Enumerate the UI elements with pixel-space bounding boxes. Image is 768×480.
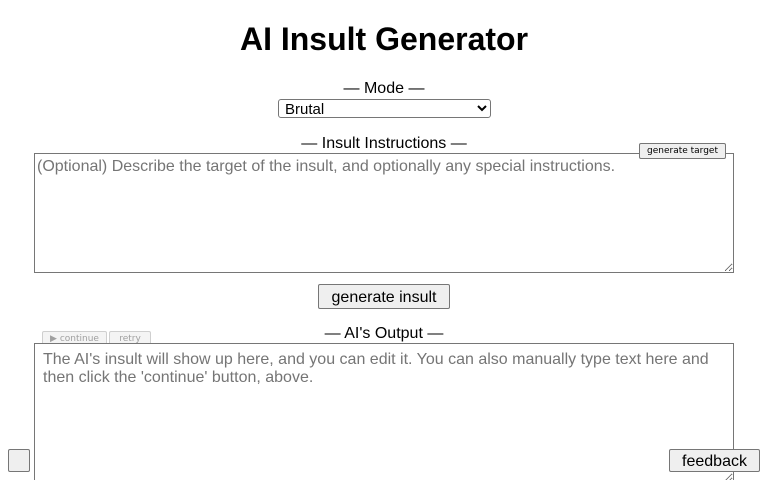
- play-icon: ▶: [50, 333, 57, 344]
- menu-button[interactable]: [8, 449, 30, 472]
- mode-label: — Mode —: [343, 80, 425, 97]
- generate-insult-button[interactable]: generate insult: [318, 284, 450, 309]
- page: AI Insult Generator — Mode — Brutal — In…: [0, 0, 768, 480]
- page-title: AI Insult Generator: [239, 21, 529, 57]
- feedback-button[interactable]: feedback: [669, 449, 760, 472]
- continue-label: continue: [59, 333, 99, 344]
- ai-output-textarea[interactable]: [34, 343, 734, 480]
- generate-target-button[interactable]: generate target: [639, 143, 726, 159]
- insult-instructions-input[interactable]: [34, 153, 734, 273]
- feedback-label: feedback: [682, 452, 747, 470]
- retry-label: retry: [119, 333, 141, 344]
- generate-insult-label: generate insult: [331, 288, 437, 306]
- generate-target-label: generate target: [647, 145, 718, 156]
- mode-select[interactable]: Brutal: [278, 99, 491, 118]
